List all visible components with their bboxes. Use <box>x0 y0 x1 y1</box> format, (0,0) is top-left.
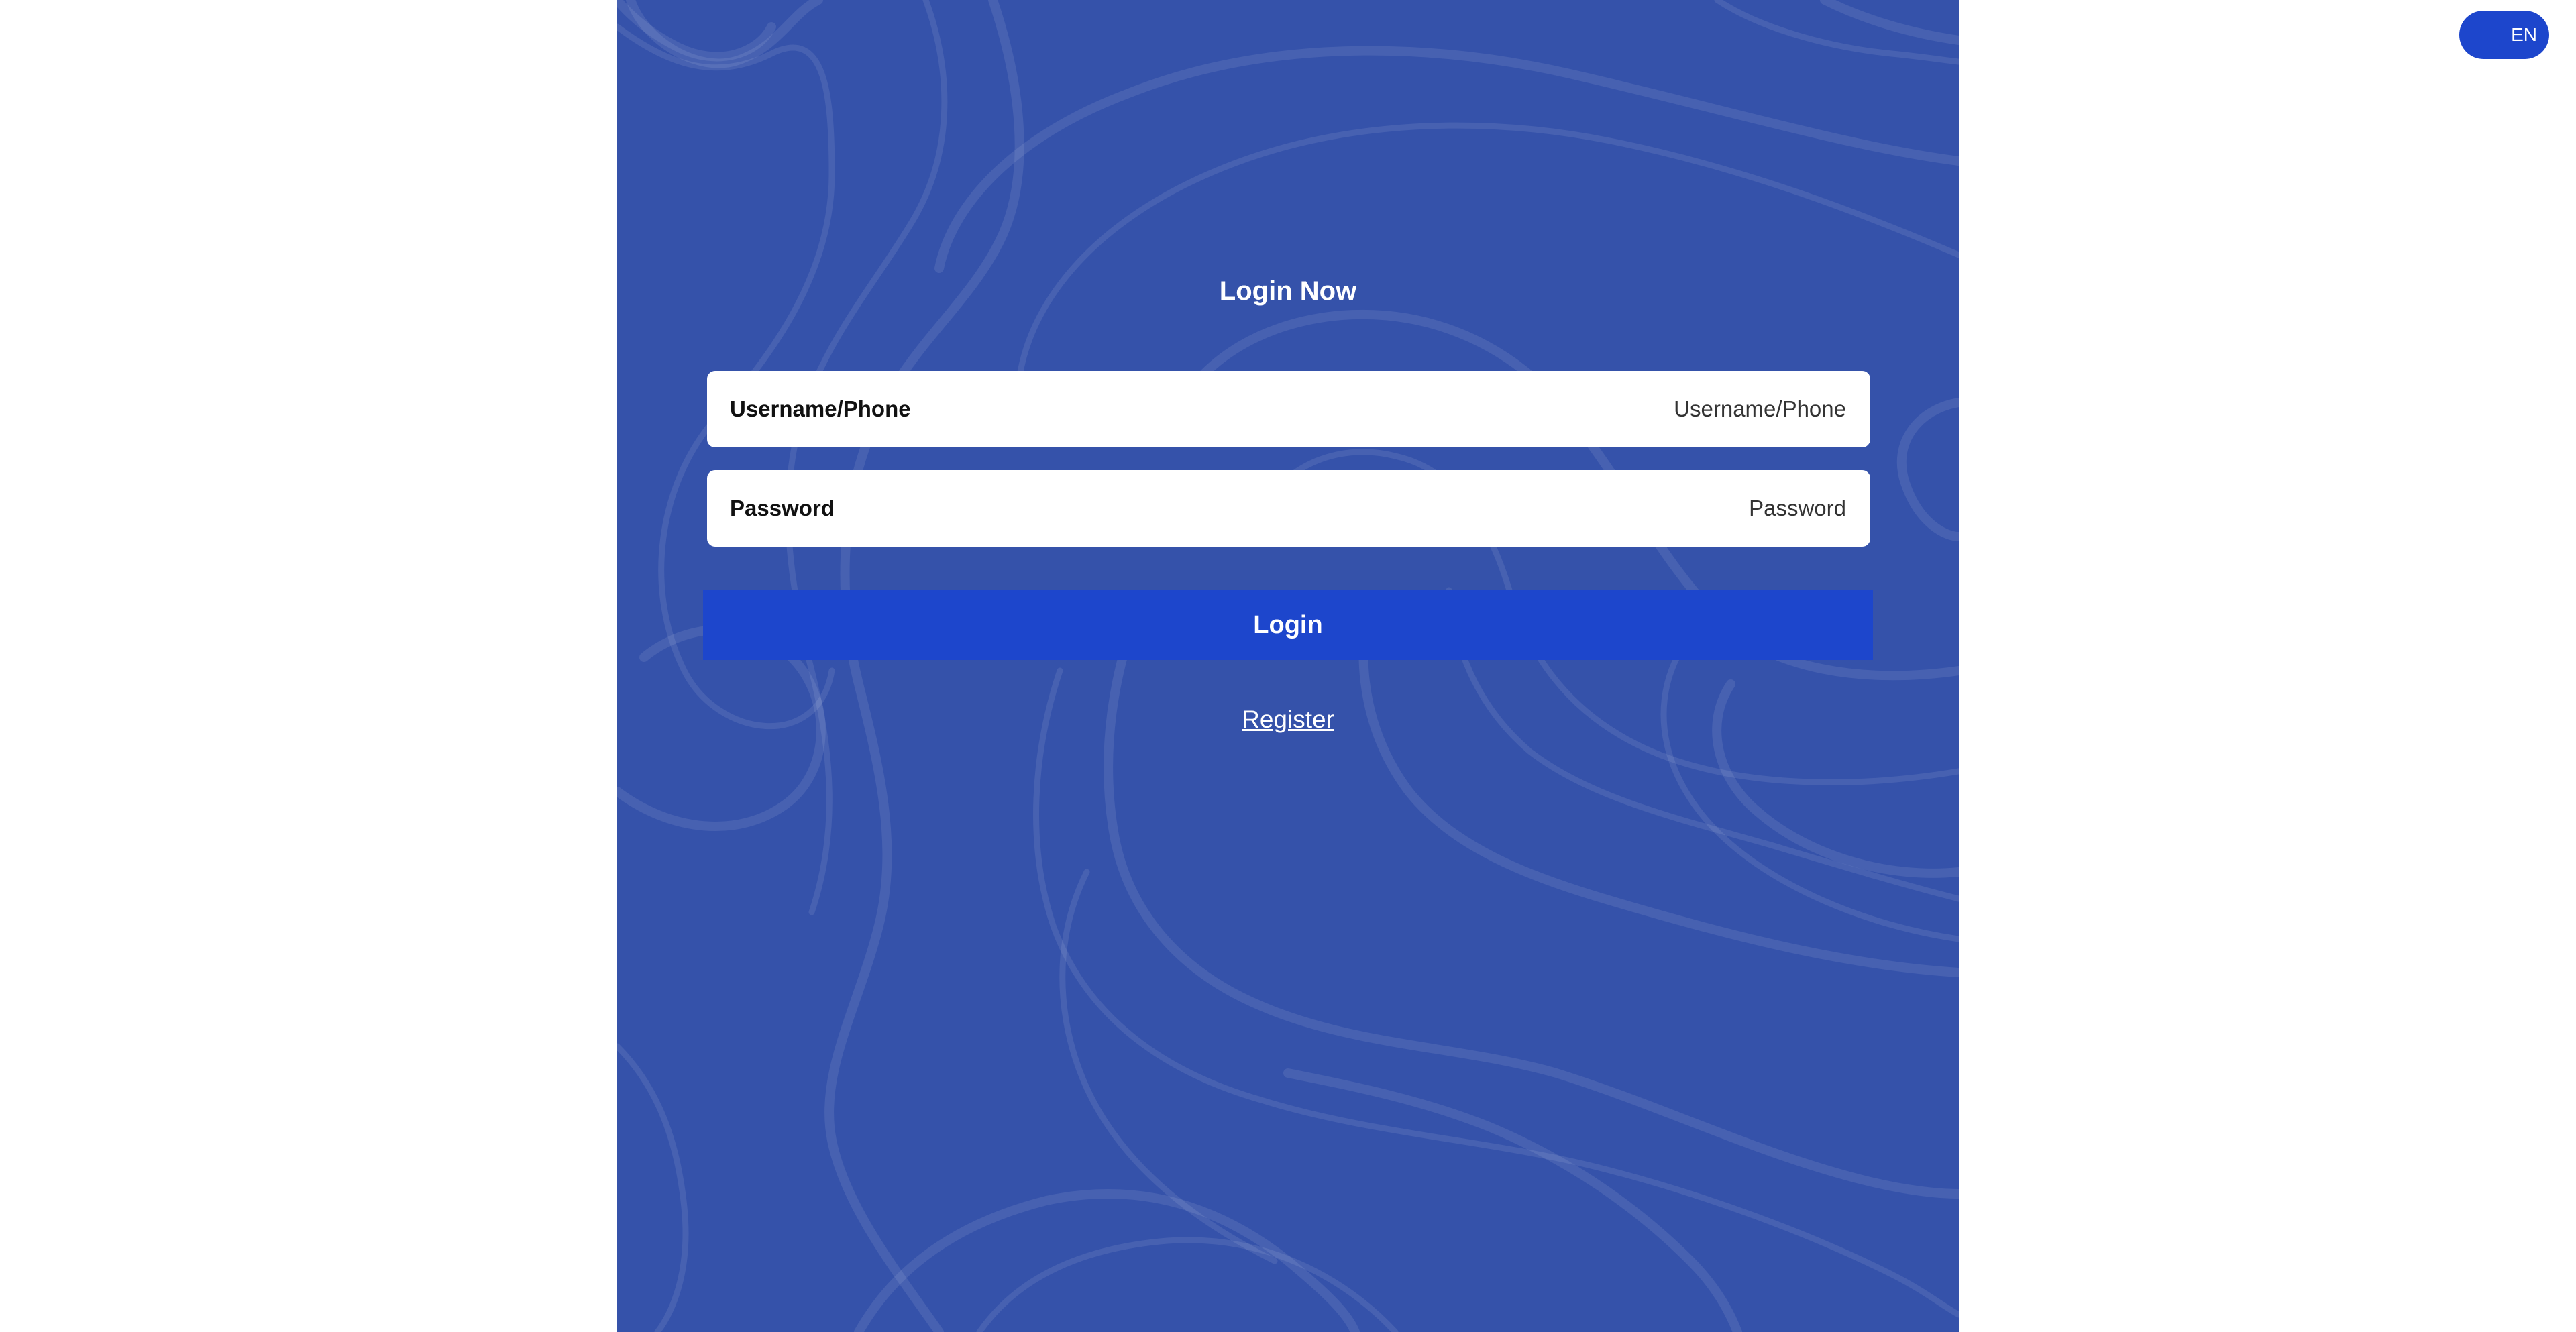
username-input[interactable] <box>1241 396 1847 423</box>
username-field[interactable]: Username/Phone <box>707 371 1870 447</box>
contour-background-icon <box>617 0 1959 1332</box>
password-label: Password <box>730 496 835 520</box>
username-label: Username/Phone <box>730 396 911 421</box>
password-input[interactable] <box>1241 495 1847 522</box>
login-title: Login Now <box>1219 276 1357 306</box>
toggle-knob-icon <box>2465 16 2502 54</box>
register-link[interactable]: Register <box>706 706 1870 734</box>
password-field[interactable]: Password <box>707 470 1870 547</box>
language-toggle[interactable]: EN <box>2459 11 2549 59</box>
login-panel <box>617 0 1959 1332</box>
login-page: EN Login Now Username/Phone Password Log… <box>0 0 2576 1332</box>
login-button[interactable]: Login <box>703 590 1873 660</box>
language-toggle-label: EN <box>2511 24 2537 45</box>
